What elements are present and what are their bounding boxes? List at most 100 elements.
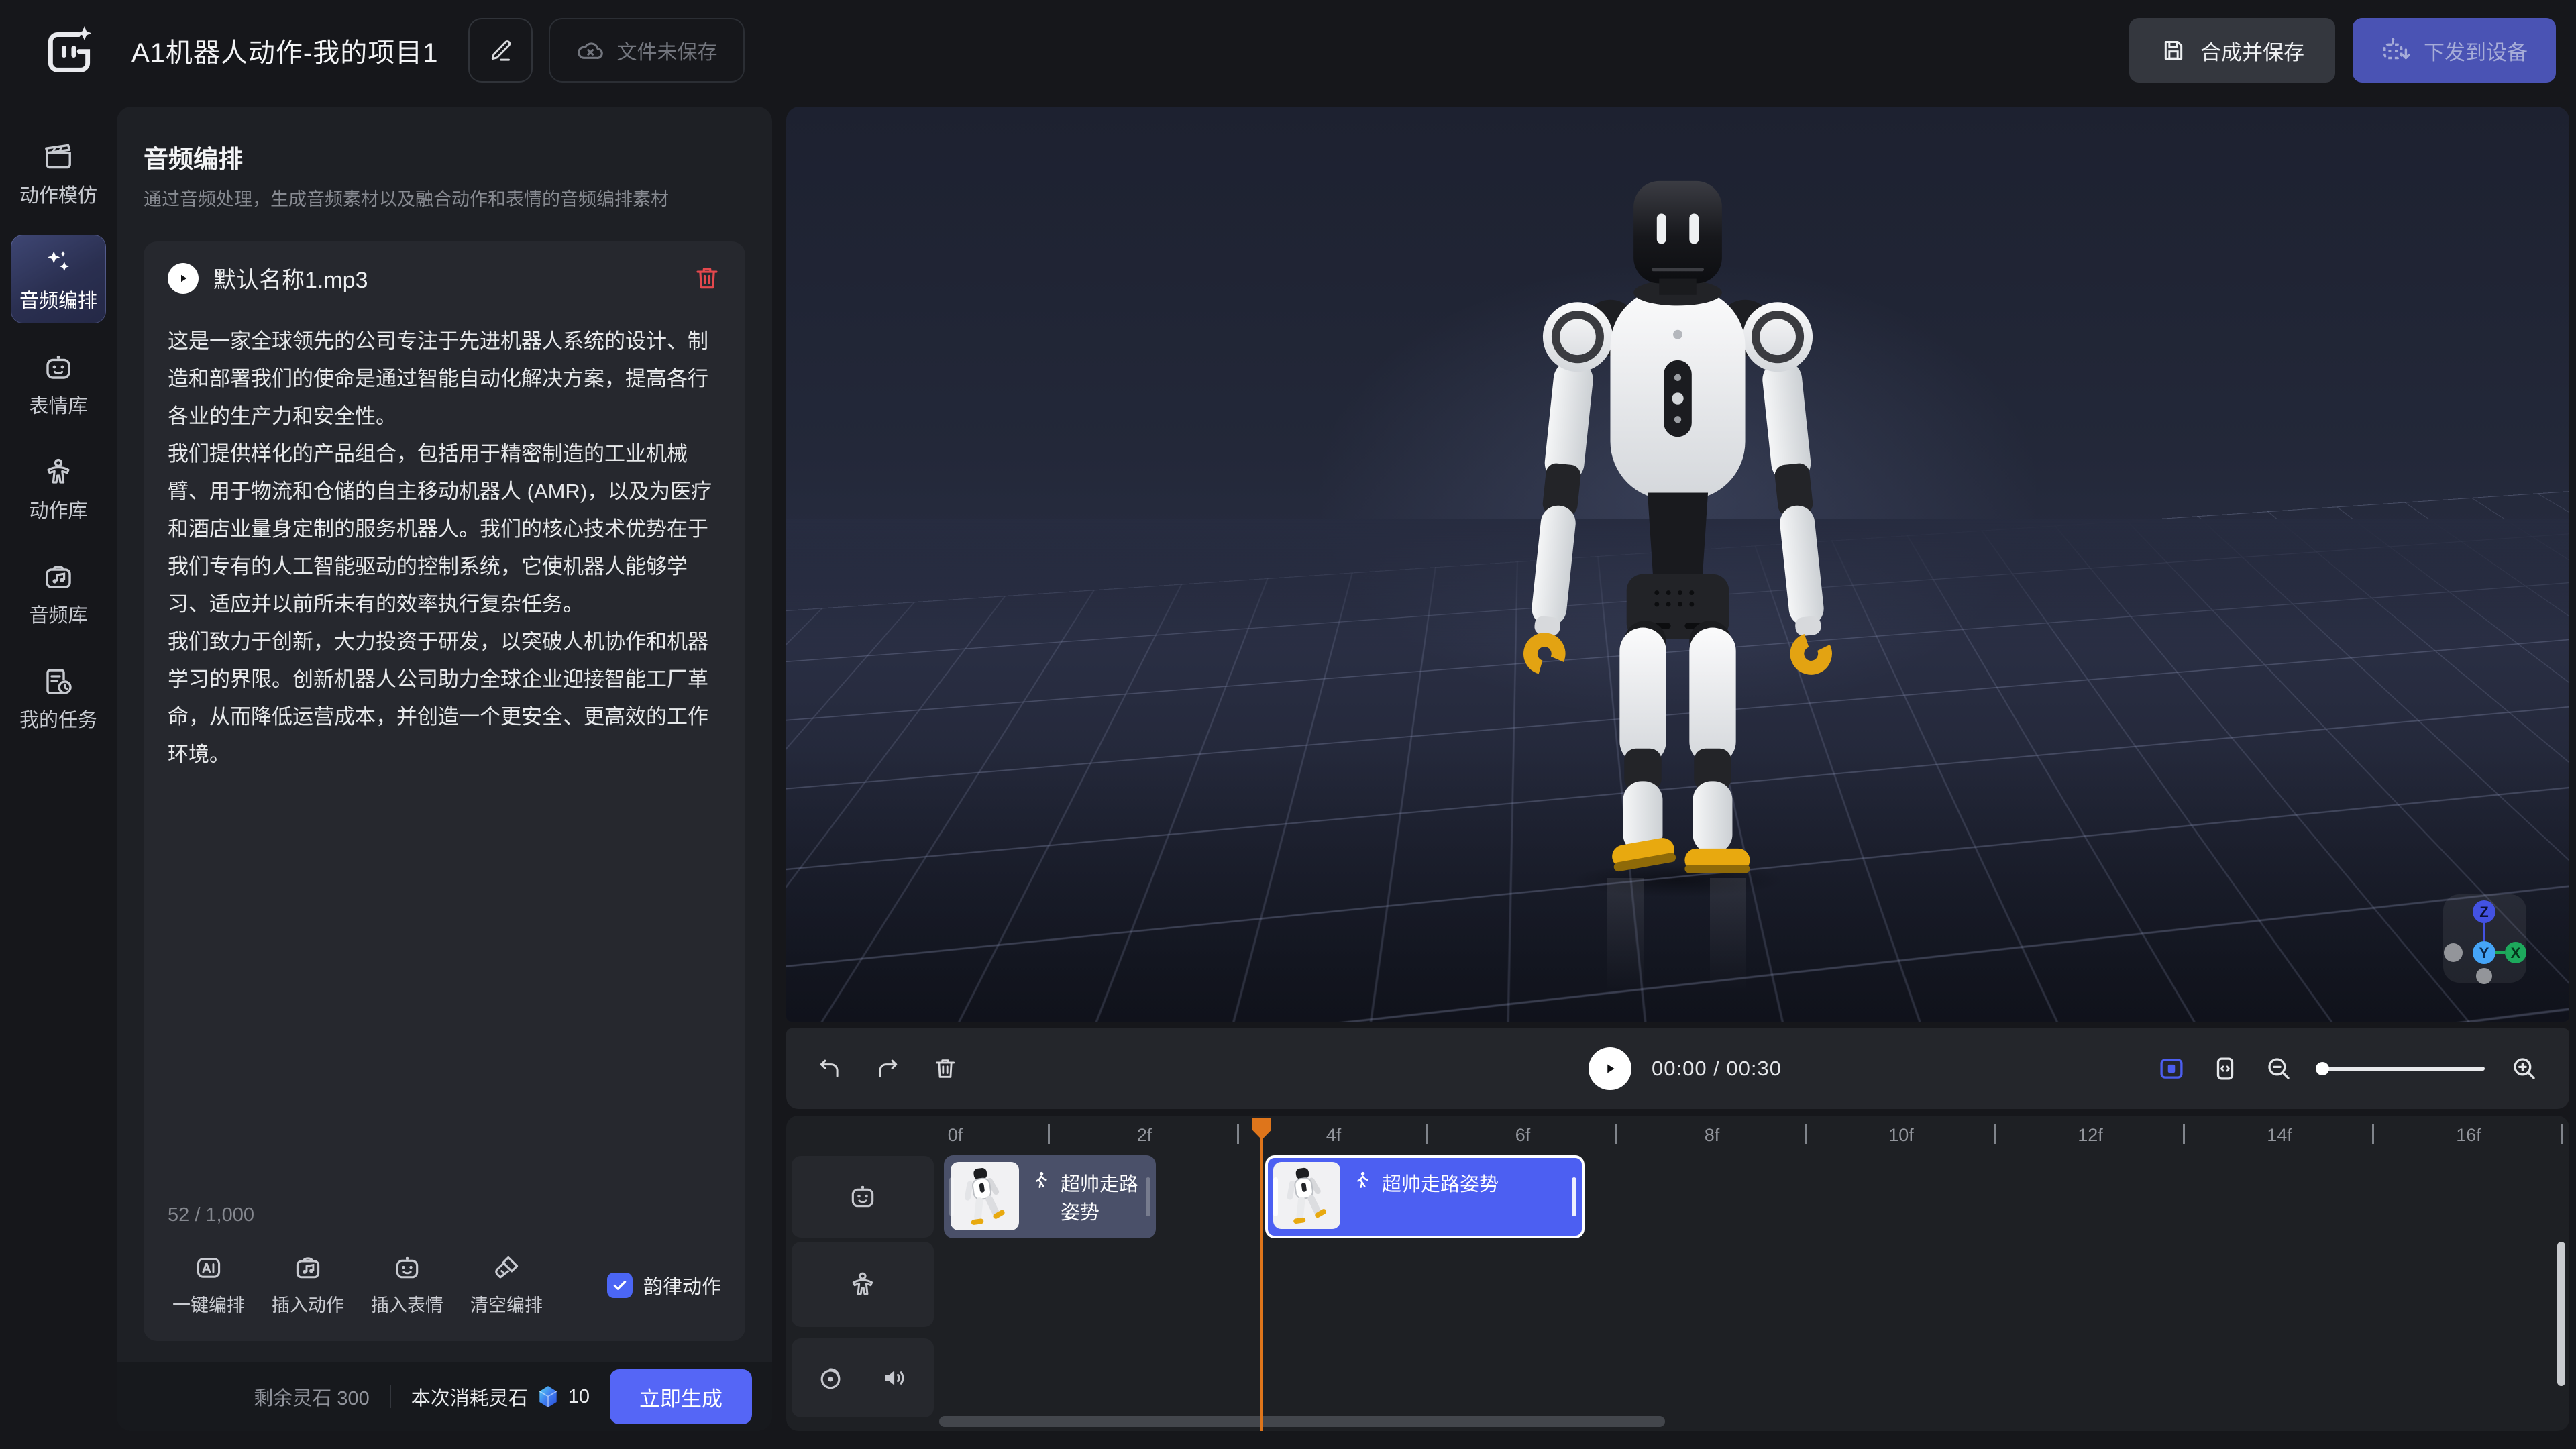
track-header-audio[interactable] (792, 1338, 934, 1417)
insert-motion-button[interactable]: 插入动作 (267, 1253, 349, 1317)
walking-icon (1351, 1170, 1373, 1191)
clip-label: 超帅走路姿势 (1382, 1169, 1499, 1197)
sidebar-item-motion-mimic[interactable]: 动作模仿 (11, 130, 106, 217)
clip-trim-handle-left[interactable] (949, 1177, 954, 1216)
playback-bar: 00:00 / 00:30 (786, 1028, 2569, 1109)
clip-thumbnail (1273, 1162, 1340, 1229)
save-icon (2160, 37, 2187, 64)
app-logo-icon (40, 25, 98, 76)
clip-label: 超帅走路姿势 (1061, 1169, 1149, 1225)
robot-face-icon (848, 1182, 877, 1212)
rhythm-disc-icon (816, 1363, 845, 1393)
rhythm-checkbox[interactable] (607, 1273, 633, 1298)
timecode: 00:00 / 00:30 (1652, 1057, 1782, 1081)
generate-now-button[interactable]: 立即生成 (610, 1369, 752, 1424)
horizontal-scrollbar[interactable] (939, 1416, 1665, 1427)
audio-play-button[interactable] (168, 263, 199, 294)
sidebar-item-motion-library[interactable]: 动作库 (11, 445, 106, 533)
project-title: A1机器人动作-我的项目1 (131, 31, 439, 70)
panel-footer: 剩余灵石 300 本次消耗灵石 10 立即生成 (117, 1362, 772, 1431)
zoom-in-button[interactable] (2510, 1055, 2538, 1083)
vertical-scrollbar[interactable] (2557, 1242, 2565, 1386)
robot-face-icon (42, 352, 74, 384)
track-header-motion[interactable] (792, 1242, 934, 1327)
sidebar-item-audio-library[interactable]: 音频库 (11, 550, 106, 637)
speaker-icon (880, 1363, 910, 1393)
save-button[interactable]: 合成并保存 (2129, 18, 2335, 83)
ruler-label: 12f (2078, 1125, 2103, 1146)
delete-audio-button[interactable] (693, 264, 721, 292)
axis-gizmo[interactable]: Z Y X (2442, 892, 2530, 985)
clapperboard-icon (42, 141, 74, 173)
motion-clip-selected[interactable]: 超帅走路姿势 (1265, 1155, 1585, 1238)
clip-trim-handle-right[interactable] (1572, 1177, 1576, 1216)
motion-clip[interactable]: 超帅走路姿势 (944, 1155, 1156, 1238)
person-icon (848, 1270, 877, 1299)
track-header-expression[interactable] (792, 1156, 934, 1238)
timeline[interactable]: 0f 2f 4f 6f 8f 10f 12f 14f 16f (786, 1116, 2569, 1431)
redo-button[interactable] (875, 1056, 900, 1081)
playhead[interactable] (1260, 1118, 1263, 1431)
clip-trim-handle-right[interactable] (1146, 1177, 1150, 1216)
save-button-label: 合成并保存 (2200, 36, 2304, 66)
script-paragraph: 我们提供样化的产品组合，包括用于精密制造的工业机械臂、用于物流和仓储的自主移动机… (168, 435, 721, 623)
walking-icon (1030, 1170, 1051, 1191)
brush-icon (492, 1253, 521, 1283)
3d-viewport[interactable]: Z Y X (786, 107, 2569, 1022)
sidebar-item-my-tasks[interactable]: 我的任务 (11, 655, 106, 742)
play-icon (1600, 1059, 1620, 1079)
deploy-button-label: 下发到设备 (2424, 36, 2528, 66)
one-click-arrange-button[interactable]: 一键编排 (168, 1253, 250, 1317)
play-button[interactable] (1589, 1047, 1631, 1090)
ruler-label: 14f (2267, 1125, 2292, 1146)
pencil-icon (487, 37, 514, 64)
clear-arrange-button[interactable]: 清空编排 (466, 1253, 547, 1317)
zoom-out-button[interactable] (2265, 1055, 2293, 1083)
unsaved-status-label: 文件未保存 (617, 36, 718, 65)
panel-subtitle: 通过音频处理，生成音频素材以及融合动作和表情的音频编排素材 (144, 187, 745, 212)
undo-button[interactable] (817, 1056, 843, 1081)
clip-trim-handle-left[interactable] (1273, 1177, 1278, 1216)
ruler-label: 10f (1888, 1125, 1914, 1146)
audio-arrange-panel: 音频编排 通过音频处理，生成音频素材以及融合动作和表情的音频编排素材 默认名称1… (117, 107, 772, 1431)
insert-expression-button[interactable]: 插入表情 (366, 1253, 448, 1317)
rename-project-button[interactable] (468, 18, 533, 83)
cloud-x-icon (576, 36, 605, 65)
ruler-label: 16f (2456, 1125, 2481, 1146)
delete-clip-button[interactable] (932, 1056, 958, 1081)
audio-filename: 默认名称1.mp3 (213, 262, 678, 294)
script-paragraph: 这是一家全球领先的公司专注于先进机器人系统的设计、制造和部署我们的使命是通过智能… (168, 323, 721, 435)
ruler-label: 2f (1137, 1125, 1152, 1146)
range-select-button[interactable] (2211, 1055, 2239, 1083)
char-count: 52 / 1,000 (168, 1204, 721, 1226)
svg-text:Y: Y (2479, 945, 2489, 961)
humanoid-robot-model[interactable] (1503, 164, 1852, 886)
top-bar: A1机器人动作-我的项目1 文件未保存 合成并保存 下发到设备 (0, 0, 2576, 101)
sparkles-icon (42, 246, 74, 278)
svg-text:Z: Z (2479, 904, 2488, 920)
script-paragraph: 我们致力于创新，大力投资于研发，以突破人机协作和机器学习的界限。创新机器人公司助… (168, 623, 721, 773)
clip-thumbnail (951, 1162, 1019, 1230)
ruler-label: 6f (1515, 1125, 1531, 1146)
cost-stones-label: 本次消耗灵石 10 (411, 1383, 590, 1411)
remaining-stones-label: 剩余灵石 300 (254, 1383, 369, 1411)
check-icon (611, 1277, 629, 1294)
robot-face-icon (392, 1253, 422, 1283)
fit-timeline-button[interactable] (2157, 1055, 2186, 1083)
timeline-zoom-slider[interactable] (2318, 1067, 2485, 1071)
sidebar-item-expression-library[interactable]: 表情库 (11, 341, 106, 428)
svg-text:X: X (2511, 945, 2521, 961)
audio-clip-card: 默认名称1.mp3 这是一家全球领先的公司专注于先进机器人系统的设计、制造和部署… (144, 241, 745, 1341)
deploy-to-device-button[interactable]: 下发到设备 (2353, 18, 2556, 83)
script-text-area[interactable]: 这是一家全球领先的公司专注于先进机器人系统的设计、制造和部署我们的使命是通过智能… (168, 323, 721, 1204)
ai-icon (194, 1253, 223, 1283)
panel-title: 音频编排 (144, 139, 745, 175)
music-box-icon (293, 1253, 323, 1283)
axis-neg-z[interactable] (2476, 968, 2492, 984)
axis-neg-x[interactable] (2444, 943, 2463, 962)
ruler-label: 4f (1326, 1125, 1342, 1146)
sidebar-nav: 动作模仿 音频编排 表情库 动作库 音频库 我的任务 (0, 101, 117, 759)
slider-knob[interactable] (2316, 1062, 2329, 1075)
sidebar-item-audio-arrange[interactable]: 音频编排 (11, 235, 106, 323)
rhythm-motion-toggle[interactable]: 韵律动作 (607, 1271, 721, 1299)
